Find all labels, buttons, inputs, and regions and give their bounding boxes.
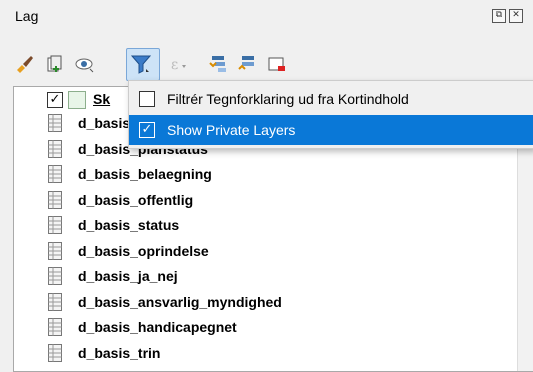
menu-item-show-private-layers[interactable]: ✓ Show Private Layers (129, 115, 533, 145)
layer-label: d_basis_offentlig (78, 191, 194, 208)
layer-label: d_basis_belaegning (78, 166, 212, 182)
table-layer-icon (48, 190, 62, 209)
layer-label: d_basis_oprindelse (78, 242, 209, 259)
layer-row[interactable]: d_basis_belaegning (14, 162, 524, 186)
table-layer-icon (48, 292, 62, 311)
filter-legend-checkbox[interactable] (139, 91, 155, 107)
menu-item-label: Filtrér Tegnforklaring ud fra Kortindhol… (167, 91, 409, 107)
float-panel-button[interactable]: ⧉ (492, 9, 506, 23)
collapse-all-icon[interactable] (236, 53, 258, 75)
panel-window-buttons: ⧉ ✕ (492, 9, 523, 23)
group-swatch-icon (68, 91, 86, 109)
expression-filter-icon[interactable]: ε (168, 53, 190, 75)
layer-label: d_basis_handicapegnet (78, 319, 237, 335)
layer-row[interactable]: d_basis_handicapegnet (14, 315, 524, 339)
visibility-eye-icon[interactable] (74, 53, 96, 75)
svg-text:ε: ε (171, 57, 178, 73)
table-layer-icon (48, 165, 62, 183)
menu-item-filter-legend[interactable]: Filtrér Tegnforklaring ud fra Kortindhol… (129, 84, 533, 114)
add-group-icon[interactable] (44, 53, 66, 75)
table-layer-icon (48, 343, 62, 362)
filter-icon[interactable] (126, 48, 160, 81)
panel-title: Lag (15, 8, 39, 24)
layer-label: d_basis_status (78, 217, 180, 233)
expand-all-icon[interactable] (208, 53, 230, 75)
table-layer-icon (48, 216, 62, 234)
group-label: Sk (93, 91, 111, 107)
group-visibility-checkbox[interactable]: ✓ (47, 92, 63, 108)
table-layer-icon (48, 241, 62, 260)
layer-row[interactable]: d_basis_trin (14, 341, 524, 365)
layer-label: d_basis_trin (78, 344, 161, 361)
layer-row[interactable]: d_basis_offentlig (14, 188, 524, 212)
table-layer-icon (48, 267, 62, 285)
menu-item-label: Show Private Layers (167, 122, 296, 138)
remove-layer-icon[interactable] (266, 53, 288, 75)
layer-label: d_basis_ansvarlig_myndighed (78, 293, 282, 310)
layer-label: d_basis (78, 115, 131, 131)
layer-label: d_basis_ja_nej (78, 268, 178, 284)
layer-row[interactable]: d_basis_status (14, 213, 524, 237)
table-layer-icon (48, 318, 62, 336)
show-private-layers-checkbox[interactable]: ✓ (139, 122, 155, 138)
style-brush-icon[interactable] (14, 53, 36, 75)
panel-titlebar: Lag ⧉ ✕ (0, 0, 533, 30)
close-panel-button[interactable]: ✕ (509, 9, 523, 23)
layers-toolbar: ε (0, 40, 533, 81)
layer-row[interactable]: d_basis_oprindelse (14, 239, 524, 263)
layer-row[interactable]: d_basis_ansvarlig_myndighed (14, 290, 524, 314)
filter-dropdown-menu: Filtrér Tegnforklaring ud fra Kortindhol… (128, 80, 533, 149)
table-layer-icon (48, 114, 62, 132)
table-layer-icon (48, 139, 62, 158)
layer-row[interactable]: d_basis_ja_nej (14, 264, 524, 288)
